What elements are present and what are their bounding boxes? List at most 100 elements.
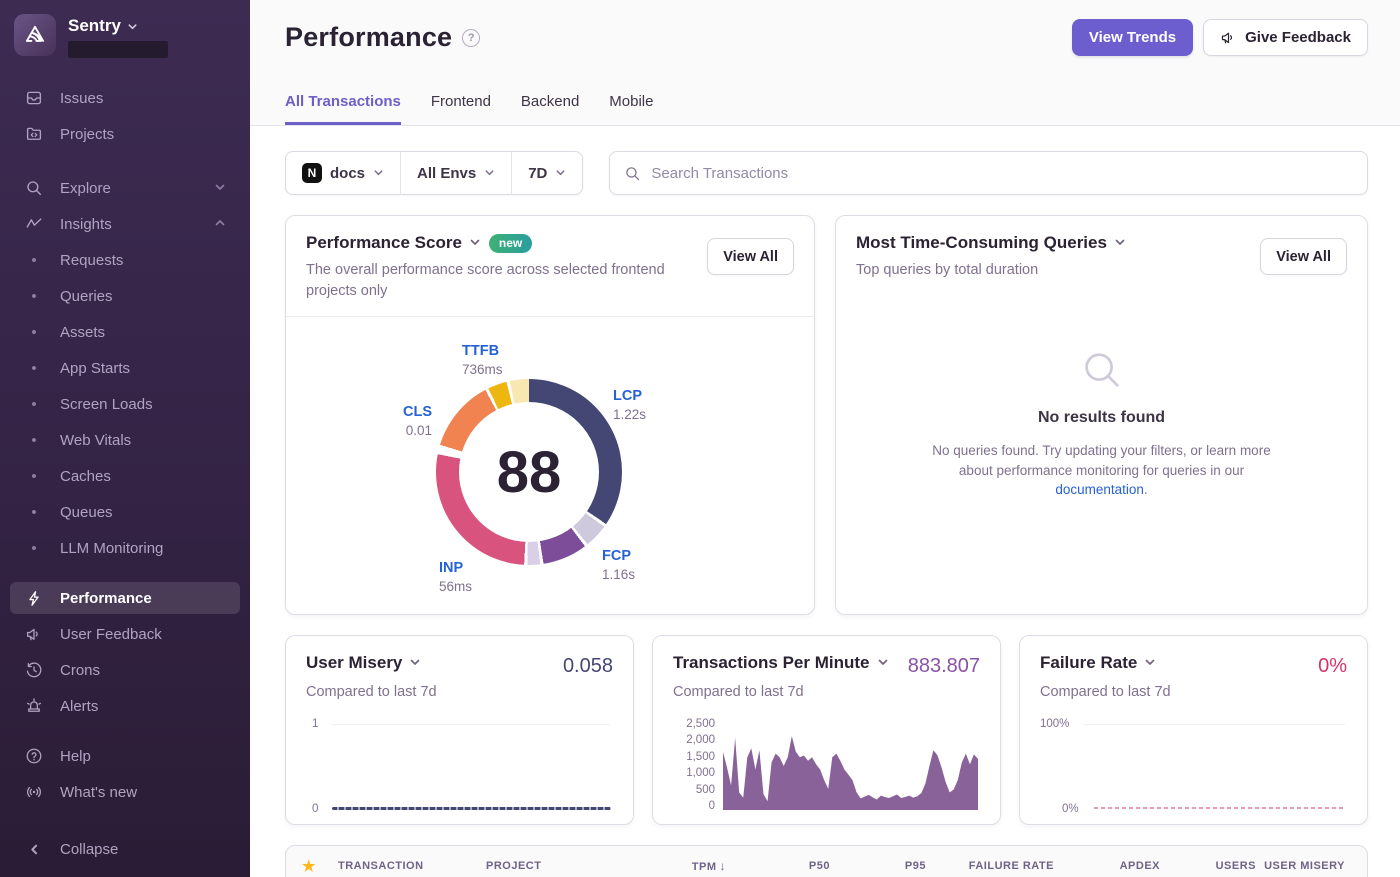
sidebar-item-projects[interactable]: Projects bbox=[0, 116, 250, 152]
sidebar-item-assets[interactable]: •Assets bbox=[0, 314, 250, 350]
tpm-area-chart bbox=[723, 722, 978, 810]
sidebar-item-performance[interactable]: Performance bbox=[10, 582, 240, 614]
performance-score-view-all-button[interactable]: View All bbox=[707, 238, 794, 275]
queries-subtitle: Top queries by total duration bbox=[856, 260, 1236, 281]
vital-cls: CLS 0.01 bbox=[376, 403, 432, 439]
sidebar-item-screen-loads[interactable]: •Screen Loads bbox=[0, 386, 250, 422]
documentation-link[interactable]: documentation bbox=[1055, 482, 1144, 497]
failure-rate-title[interactable]: Failure Rate bbox=[1040, 653, 1156, 673]
transactions-table-header: ★ TRANSACTION PROJECT TPM↓ P50 P95 FAILU… bbox=[285, 845, 1368, 877]
col-users[interactable]: USERS bbox=[1166, 860, 1262, 872]
projects-icon bbox=[24, 125, 44, 143]
bullet-icon: • bbox=[24, 252, 44, 269]
sidebar-item-explore[interactable]: Explore bbox=[0, 170, 250, 206]
org-subtitle-redacted bbox=[68, 41, 168, 58]
bullet-icon: • bbox=[24, 468, 44, 485]
performance-score-card: Performance Score new The overall perfor… bbox=[285, 215, 815, 615]
sidebar-item-app-starts[interactable]: •App Starts bbox=[0, 350, 250, 386]
user-misery-card: User Misery 0.058 Compared to last 7d 1 … bbox=[285, 635, 634, 825]
sidebar-item-whats-new[interactable]: What's new bbox=[0, 774, 250, 810]
insights-icon bbox=[24, 215, 44, 233]
col-p50[interactable]: P50 bbox=[732, 860, 836, 872]
empty-state-title: No results found bbox=[1038, 409, 1165, 427]
view-trends-button[interactable]: View Trends bbox=[1072, 19, 1193, 56]
page-filter-bar: N docs All Envs 7D bbox=[285, 151, 583, 195]
tab-backend[interactable]: Backend bbox=[521, 93, 579, 125]
performance-score-title[interactable]: Performance Score bbox=[306, 233, 481, 253]
sidebar-item-label: Help bbox=[60, 748, 226, 765]
sidebar-collapse-button[interactable]: Collapse bbox=[0, 831, 250, 867]
date-range-filter[interactable]: 7D bbox=[511, 152, 582, 194]
sidebar-item-requests[interactable]: •Requests bbox=[0, 242, 250, 278]
project-filter[interactable]: N docs bbox=[286, 152, 400, 194]
col-failure-rate[interactable]: FAILURE RATE bbox=[932, 860, 1060, 872]
chevron-down-icon bbox=[484, 165, 495, 182]
col-p95[interactable]: P95 bbox=[836, 860, 932, 872]
sidebar-nav: Issues Projects Explore Insights •Reques… bbox=[0, 68, 250, 877]
col-tpm[interactable]: TPM↓ bbox=[624, 859, 732, 873]
sidebar-item-alerts[interactable]: Alerts bbox=[0, 688, 250, 724]
page-header: Performance ? View Trends Give Feedback … bbox=[250, 0, 1400, 126]
org-switcher[interactable]: Sentry bbox=[68, 16, 168, 36]
megaphone-icon bbox=[24, 625, 44, 643]
chevron-down-icon bbox=[469, 233, 481, 253]
user-misery-title[interactable]: User Misery bbox=[306, 653, 421, 673]
sidebar-item-user-feedback[interactable]: User Feedback bbox=[0, 616, 250, 652]
col-project[interactable]: PROJECT bbox=[486, 860, 624, 872]
sidebar-item-queries[interactable]: •Queries bbox=[0, 278, 250, 314]
sidebar: Sentry Issues Projects Explore Insights … bbox=[0, 0, 250, 877]
lightning-icon bbox=[24, 590, 44, 607]
sidebar-item-label: Crons bbox=[60, 662, 226, 679]
tab-bar: All Transactions Frontend Backend Mobile bbox=[285, 93, 653, 125]
chevron-up-icon bbox=[214, 216, 226, 233]
sidebar-item-insights[interactable]: Insights bbox=[0, 206, 250, 242]
bullet-icon: • bbox=[24, 540, 44, 557]
help-question-icon[interactable]: ? bbox=[462, 29, 480, 47]
tpm-value: 883.807 bbox=[908, 655, 980, 678]
sidebar-item-queues[interactable]: •Queues bbox=[0, 494, 250, 530]
sidebar-item-caches[interactable]: •Caches bbox=[0, 458, 250, 494]
tab-all-transactions[interactable]: All Transactions bbox=[285, 93, 401, 125]
give-feedback-button[interactable]: Give Feedback bbox=[1203, 19, 1368, 56]
environment-filter-value: All Envs bbox=[417, 165, 476, 182]
project-platform-icon: N bbox=[302, 163, 322, 183]
sidebar-item-web-vitals[interactable]: •Web Vitals bbox=[0, 422, 250, 458]
empty-state-body: No queries found. Try updating your filt… bbox=[921, 441, 1283, 500]
environment-filter[interactable]: All Envs bbox=[400, 152, 511, 194]
col-transaction[interactable]: TRANSACTION bbox=[338, 860, 486, 872]
queries-title[interactable]: Most Time-Consuming Queries bbox=[856, 233, 1126, 253]
clock-history-icon bbox=[24, 661, 44, 679]
tab-frontend[interactable]: Frontend bbox=[431, 93, 491, 125]
help-icon bbox=[24, 747, 44, 765]
sentry-logo[interactable] bbox=[14, 14, 56, 56]
chevron-down-icon bbox=[409, 653, 421, 673]
vital-ttfb: TTFB 736ms bbox=[462, 342, 503, 378]
failure-rate-chart: 100% 0% bbox=[1040, 716, 1345, 812]
bullet-icon: • bbox=[24, 360, 44, 377]
col-apdex[interactable]: APDEX bbox=[1060, 860, 1166, 872]
sidebar-item-label: Projects bbox=[60, 126, 226, 143]
performance-score-value: 88 bbox=[436, 379, 622, 565]
sidebar-item-issues[interactable]: Issues bbox=[0, 80, 250, 116]
user-misery-value: 0.058 bbox=[563, 655, 613, 678]
sidebar-item-label: Alerts bbox=[60, 698, 226, 715]
tab-mobile[interactable]: Mobile bbox=[609, 93, 653, 125]
bullet-icon: • bbox=[24, 396, 44, 413]
megaphone-icon bbox=[1220, 29, 1237, 46]
chevron-down-icon bbox=[555, 165, 566, 182]
col-user-misery[interactable]: USER MISERY bbox=[1262, 860, 1351, 872]
queries-view-all-button[interactable]: View All bbox=[1260, 238, 1347, 275]
sidebar-item-llm-monitoring[interactable]: •LLM Monitoring bbox=[0, 530, 250, 566]
broadcast-icon bbox=[24, 783, 44, 801]
tpm-title[interactable]: Transactions Per Minute bbox=[673, 653, 889, 673]
sidebar-item-label: Issues bbox=[60, 90, 226, 107]
sidebar-item-crons[interactable]: Crons bbox=[0, 652, 250, 688]
issues-icon bbox=[24, 89, 44, 107]
star-icon[interactable]: ★ bbox=[302, 857, 338, 875]
performance-score-subtitle: The overall performance score across sel… bbox=[306, 260, 686, 302]
search-transactions-input[interactable] bbox=[651, 165, 1353, 182]
failure-rate-card: Failure Rate 0% Compared to last 7d 100%… bbox=[1019, 635, 1368, 825]
sidebar-item-help[interactable]: Help bbox=[0, 738, 250, 774]
tpm-chart: 2,500 2,000 1,500 1,000 500 0 bbox=[673, 716, 978, 812]
date-range-value: 7D bbox=[528, 165, 547, 182]
